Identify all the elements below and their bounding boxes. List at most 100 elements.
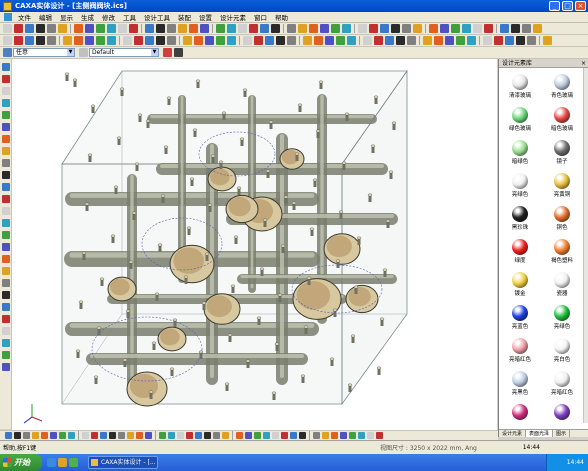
bottom-tool-button-icon[interactable] (204, 432, 211, 439)
standard-tool-button-icon[interactable] (14, 24, 23, 33)
standard-tool-button-icon[interactable] (440, 24, 449, 33)
bottom-tool-button-icon[interactable] (290, 432, 297, 439)
view-tool-button-icon[interactable] (494, 36, 503, 45)
document-icon[interactable] (4, 13, 12, 21)
standard-tool-button-icon[interactable] (511, 24, 520, 33)
material-item[interactable] (499, 401, 541, 432)
standard-tool-button-icon[interactable] (320, 24, 329, 33)
material-item[interactable]: 镜子 (541, 137, 583, 168)
bottom-tool-button-icon[interactable] (236, 432, 243, 439)
standard-tool-button-icon[interactable] (342, 24, 351, 33)
left-tool-button-icon[interactable] (2, 195, 10, 203)
standard-tool-button-icon[interactable] (369, 24, 378, 33)
left-tool-button-icon[interactable] (2, 303, 10, 311)
view-tool-button-icon[interactable] (74, 36, 83, 45)
standard-tool-button-icon[interactable] (96, 24, 105, 33)
view-tool-button-icon[interactable] (205, 36, 214, 45)
view-tool-button-icon[interactable] (156, 36, 165, 45)
bottom-tool-button-icon[interactable] (222, 432, 229, 439)
left-tool-button-icon[interactable] (2, 315, 10, 323)
standard-tool-button-icon[interactable] (156, 24, 165, 33)
menu-tools[interactable]: 工具 (119, 12, 140, 22)
material-item[interactable]: 清漆玻璃 (499, 71, 541, 102)
bottom-tool-button-icon[interactable] (299, 432, 306, 439)
material-item[interactable]: 青色玻璃 (541, 71, 583, 102)
left-tool-button-icon[interactable] (2, 279, 10, 287)
standard-tool-button-icon[interactable] (107, 24, 116, 33)
bottom-tool-button-icon[interactable] (376, 432, 383, 439)
menu-modify[interactable]: 修改 (98, 12, 119, 22)
standard-tool-button-icon[interactable] (287, 24, 296, 33)
standard-tool-button-icon[interactable] (391, 24, 400, 33)
tab-surface-gloss[interactable]: 表面光泽 (526, 430, 554, 437)
view-tool-button-icon[interactable] (505, 36, 514, 45)
standard-tool-button-icon[interactable] (167, 24, 176, 33)
standard-tool-button-icon[interactable] (200, 24, 209, 33)
filter-select[interactable]: 任意 ▼ (13, 48, 75, 57)
minimize-button[interactable]: _ (549, 1, 560, 11)
material-item[interactable]: 亮暗红色 (499, 335, 541, 366)
bottom-tool-button-icon[interactable] (213, 432, 220, 439)
material-item[interactable]: 亮黑色 (499, 368, 541, 399)
left-tool-button-icon[interactable] (2, 351, 10, 359)
bottom-tool-button-icon[interactable] (272, 432, 279, 439)
standard-tool-button-icon[interactable] (473, 24, 482, 33)
material-item[interactable]: 绿度 (499, 236, 541, 267)
left-tool-button-icon[interactable] (2, 339, 10, 347)
bottom-tool-button-icon[interactable] (145, 432, 152, 439)
standard-tool-button-icon[interactable] (74, 24, 83, 33)
maximize-button[interactable]: □ (562, 1, 573, 11)
standard-tool-button-icon[interactable] (58, 24, 67, 33)
standard-tool-button-icon[interactable] (429, 24, 438, 33)
view-tool-button-icon[interactable] (527, 36, 536, 45)
standard-tool-button-icon[interactable] (145, 24, 154, 33)
bottom-tool-button-icon[interactable] (245, 432, 252, 439)
bottom-tool-button-icon[interactable] (281, 432, 288, 439)
material-item[interactable]: 褐色塑料 (541, 236, 583, 267)
view-tool-button-icon[interactable] (216, 36, 225, 45)
standard-tool-button-icon[interactable] (178, 24, 187, 33)
view-tool-button-icon[interactable] (107, 36, 116, 45)
view-tool-button-icon[interactable] (265, 36, 274, 45)
view-tool-button-icon[interactable] (434, 36, 443, 45)
view-tool-button-icon[interactable] (3, 36, 12, 45)
bottom-tool-button-icon[interactable] (254, 432, 261, 439)
left-tool-button-icon[interactable] (2, 147, 10, 155)
group-icon[interactable] (174, 48, 183, 57)
standard-tool-button-icon[interactable] (189, 24, 198, 33)
standard-tool-button-icon[interactable] (249, 24, 258, 33)
bottom-tool-button-icon[interactable] (322, 432, 329, 439)
view-tool-button-icon[interactable] (396, 36, 405, 45)
left-tool-button-icon[interactable] (2, 159, 10, 167)
standard-tool-button-icon[interactable] (309, 24, 318, 33)
material-item[interactable]: 亮黄铜 (541, 170, 583, 201)
standard-tool-button-icon[interactable] (331, 24, 340, 33)
left-tool-button-icon[interactable] (2, 243, 10, 251)
material-item[interactable]: 亮蓝色 (499, 302, 541, 333)
view-tool-button-icon[interactable] (287, 36, 296, 45)
bottom-tool-button-icon[interactable] (109, 432, 116, 439)
menu-generate[interactable]: 生成 (77, 12, 98, 22)
desktop-icon[interactable] (69, 458, 78, 467)
standard-tool-button-icon[interactable] (358, 24, 367, 33)
left-tool-button-icon[interactable] (2, 171, 10, 179)
view-tool-button-icon[interactable] (85, 36, 94, 45)
menu-file[interactable]: 文件 (14, 12, 35, 22)
standard-tool-button-icon[interactable] (380, 24, 389, 33)
standard-tool-button-icon[interactable] (484, 24, 493, 33)
tab-icons[interactable]: 图示 (553, 430, 571, 437)
standard-tool-button-icon[interactable] (85, 24, 94, 33)
bottom-tool-button-icon[interactable] (367, 432, 374, 439)
standard-tool-button-icon[interactable] (271, 24, 280, 33)
left-tool-button-icon[interactable] (2, 63, 10, 71)
menu-design-tools[interactable]: 设计工具 (140, 12, 174, 22)
standard-tool-button-icon[interactable] (533, 24, 542, 33)
bottom-tool-button-icon[interactable] (68, 432, 75, 439)
bottom-tool-button-icon[interactable] (5, 432, 12, 439)
standard-tool-button-icon[interactable] (238, 24, 247, 33)
3d-viewport[interactable] (12, 59, 497, 430)
bottom-tool-button-icon[interactable] (41, 432, 48, 439)
view-tool-button-icon[interactable] (314, 36, 323, 45)
bottom-tool-button-icon[interactable] (118, 432, 125, 439)
left-tool-button-icon[interactable] (2, 111, 10, 119)
